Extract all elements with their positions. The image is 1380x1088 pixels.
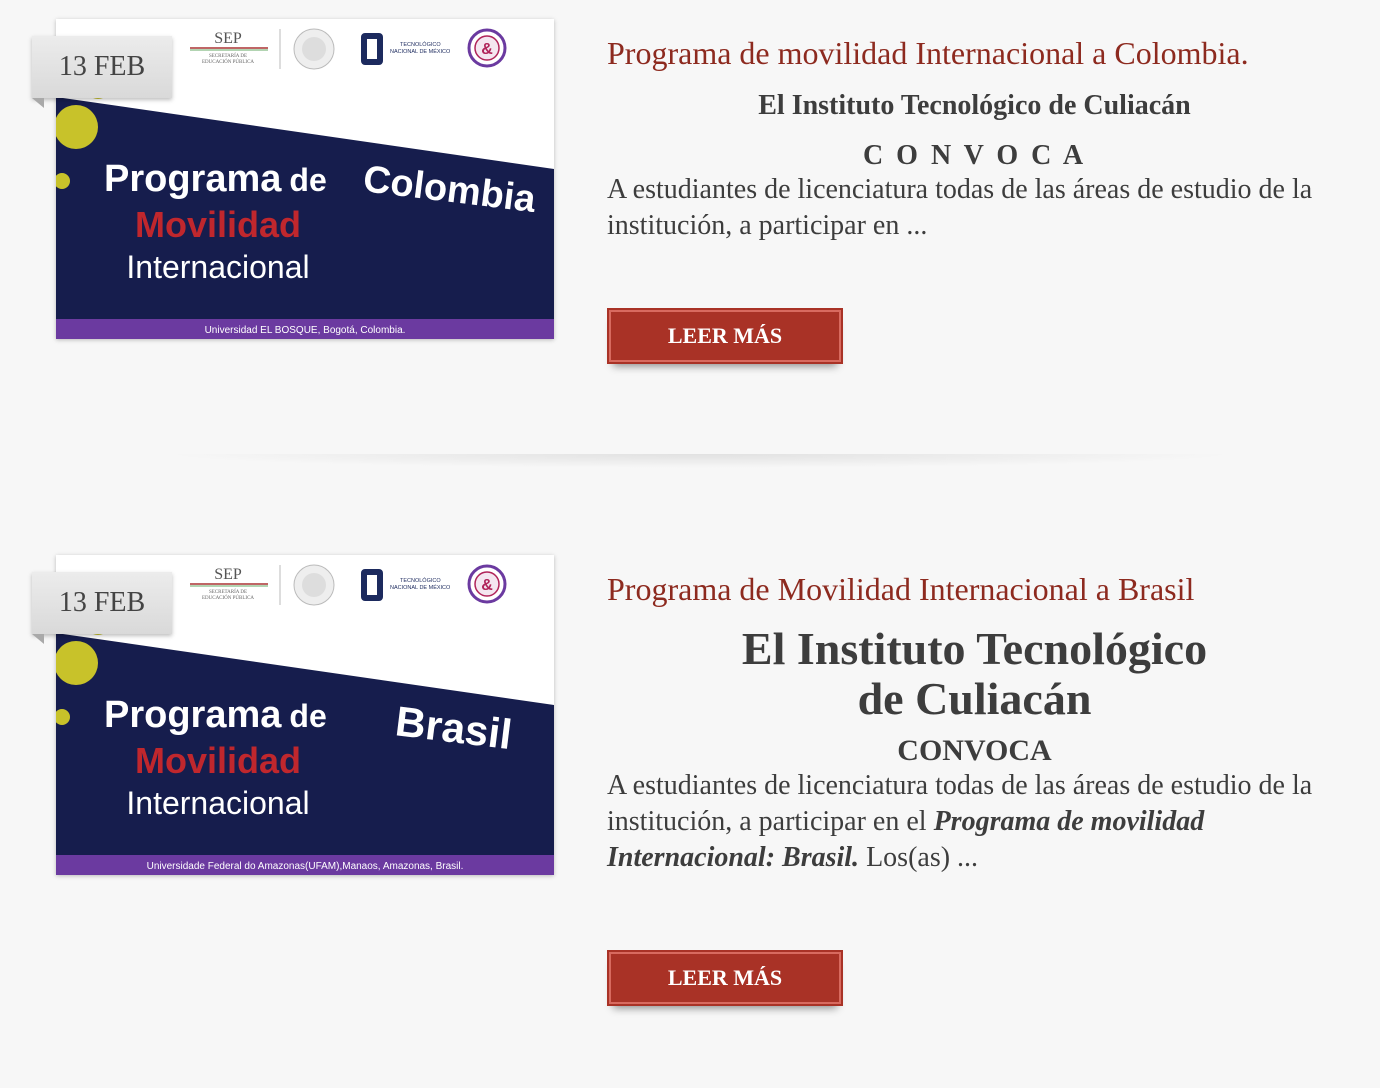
post-excerpt: A estudiantes de licenciatura todas de l… [607,770,1313,874]
svg-text:Movilidad: Movilidad [135,740,301,781]
sep-logo-text: SEP [214,566,242,583]
svg-text:NACIONAL DE MÉXICO: NACIONAL DE MÉXICO [390,584,451,591]
svg-text:NACIONAL DE MÉXICO: NACIONAL DE MÉXICO [390,48,451,55]
svg-text:TECNOLÓGICO: TECNOLÓGICO [400,577,441,584]
svg-text:Movilidad: Movilidad [135,204,301,245]
svg-text:&: & [481,577,493,594]
svg-text:Programade: Programa de [104,694,327,736]
post-content: Programa de movilidad Internacional a Co… [607,34,1342,244]
svg-text:EDUCACIÓN PÚBLICA: EDUCACIÓN PÚBLICA [202,59,254,65]
itc-logo-icon: & [467,564,507,604]
institution-name: El Instituto Tecnológico de Culiacán [741,623,1208,725]
svg-text:&: & [481,41,493,58]
institution-name: El Instituto Tecnológico de Culiacán [758,90,1191,122]
date-badge: 13 FEB [32,572,172,644]
convoca-label: C O N V O C A [862,140,1087,172]
svg-text:Programade: Programa de [104,158,327,200]
read-more-button[interactable]: LEER MÁS [607,308,843,364]
post-excerpt: A estudiantes de licenciatura todas de l… [607,174,1313,242]
sep-logo-text: SEP [214,30,242,47]
post-title[interactable]: Programa de movilidad Internacional a Co… [607,34,1342,72]
banner-footer: Universidad EL BOSQUE, Bogotá, Colombia. [205,325,406,336]
itc-logo-icon: & [467,28,507,68]
post-content: Programa de Movilidad Internacional a Br… [607,570,1342,876]
post-separator [160,454,1240,468]
svg-text:SECRETARÍA DE: SECRETARÍA DE [209,589,247,595]
read-more-button[interactable]: LEER MÁS [607,950,843,1006]
banner-footer: Universidade Federal do Amazonas(UFAM),M… [147,861,464,872]
svg-text:EDUCACIÓN PÚBLICA: EDUCACIÓN PÚBLICA [202,595,254,601]
post-title[interactable]: Programa de Movilidad Internacional a Br… [607,570,1342,608]
svg-text:Internacional: Internacional [126,785,309,821]
svg-text:TECNOLÓGICO: TECNOLÓGICO [400,41,441,48]
date-badge: 13 FEB [32,36,172,108]
svg-text:SECRETARÍA DE: SECRETARÍA DE [209,53,247,59]
svg-text:Internacional: Internacional [126,249,309,285]
convoca-label: CONVOCA [897,734,1052,768]
